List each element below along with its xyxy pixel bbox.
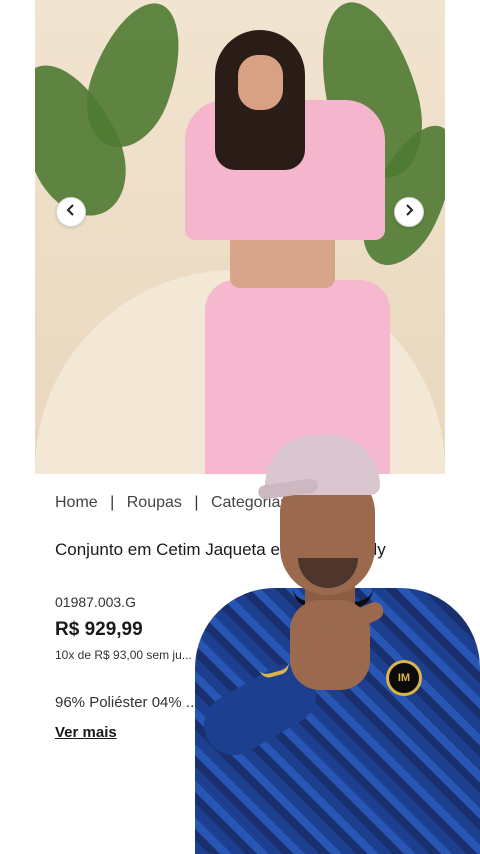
carousel-prev-button[interactable]: [56, 197, 86, 227]
chevron-left-icon: [65, 203, 77, 221]
breadcrumb-roupas-link[interactable]: Roupas: [127, 494, 182, 512]
product-composition: 96% Poliéster 04% ...: [55, 694, 199, 711]
product-sku: 01987.003.G: [55, 594, 136, 610]
presenter-overlay: IM: [190, 430, 480, 854]
chevron-right-icon: [403, 203, 415, 221]
breadcrumb-home-link[interactable]: Home: [55, 494, 98, 512]
carousel-next-button[interactable]: [394, 197, 424, 227]
model-face: [238, 55, 283, 110]
product-price: R$ 929,99: [55, 619, 143, 640]
breadcrumb-separator: |: [110, 494, 115, 511]
installments-info: 10x de R$ 93,00 sem ju...: [55, 648, 192, 662]
product-image-carousel[interactable]: [35, 0, 445, 474]
see-more-link[interactable]: Ver mais: [55, 724, 117, 741]
club-crest-icon: IM: [386, 660, 422, 696]
